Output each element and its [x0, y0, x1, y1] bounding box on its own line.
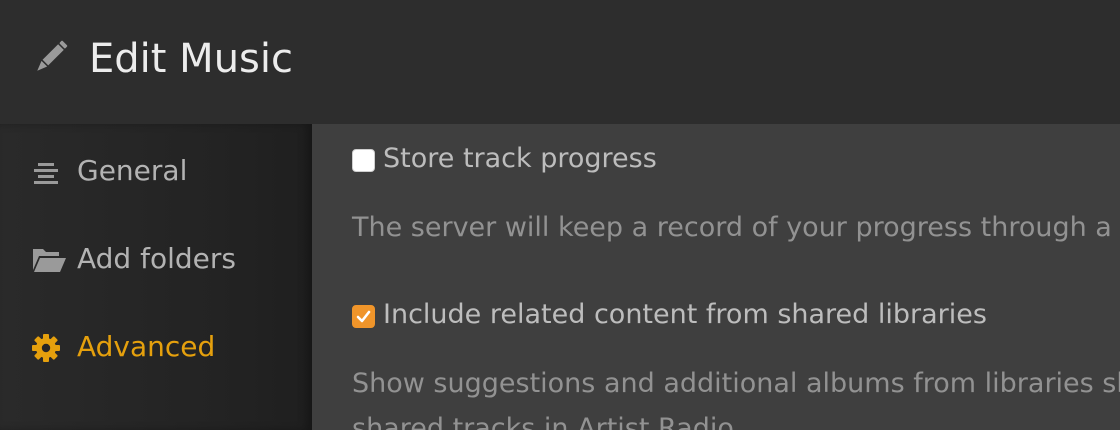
sidebar-item-add-folders[interactable]: Add folders [0, 228, 312, 288]
option-description: Show suggestions and additional albums f… [352, 368, 1120, 430]
settings-panel: Store track progress The server will kee… [312, 124, 1120, 430]
align-center-icon [31, 157, 61, 187]
store-track-progress-checkbox[interactable] [352, 149, 375, 172]
include-related-content-checkbox[interactable] [352, 305, 375, 328]
modal-header: Edit Music [0, 0, 1120, 124]
settings-sidebar: General Add folders Advanced [0, 124, 312, 430]
folder-open-icon [31, 245, 66, 275]
option-label: Store track progress [383, 143, 657, 174]
sidebar-item-general[interactable]: General [0, 140, 312, 200]
sidebar-item-advanced[interactable]: Advanced [0, 316, 312, 376]
gear-icon [31, 333, 61, 363]
pencil-icon [31, 39, 69, 77]
sidebar-item-label: General [77, 154, 188, 187]
sidebar-item-label: Add folders [77, 242, 236, 275]
option-label: Include related content from shared libr… [383, 299, 987, 330]
checkmark-icon [356, 310, 371, 323]
sidebar-item-label: Advanced [77, 330, 216, 363]
page-title: Edit Music [89, 36, 293, 82]
option-description: The server will keep a record of your pr… [352, 212, 1120, 243]
